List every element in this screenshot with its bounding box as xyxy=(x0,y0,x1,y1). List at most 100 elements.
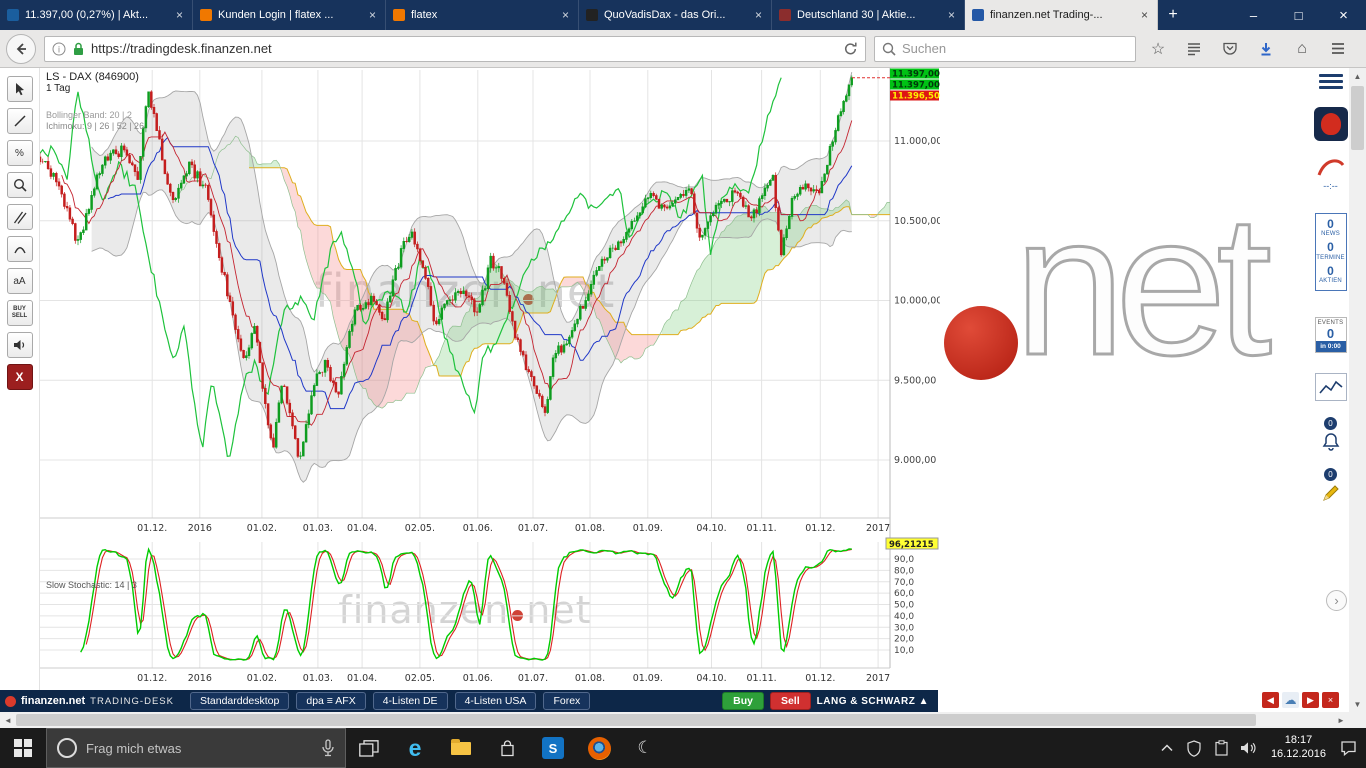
search-input[interactable]: Suchen xyxy=(874,36,1136,62)
clock-date: 16.12.2016 xyxy=(1271,748,1326,762)
address-bar[interactable]: i https://tradingdesk.finanzen.net xyxy=(44,36,866,62)
slide-prev-button[interactable]: ◀ xyxy=(1262,692,1279,708)
antivirus-shield-icon[interactable] xyxy=(1181,728,1208,768)
pinned-app-icon[interactable]: S xyxy=(530,728,576,768)
action-center-icon[interactable] xyxy=(1335,728,1362,768)
browser-tab[interactable]: 11.397,00 (0,27%) | Akt...× xyxy=(0,0,193,30)
task-view-button[interactable] xyxy=(346,728,392,768)
cloud-icon[interactable]: ☁ xyxy=(1282,692,1299,708)
tool-buy-sell[interactable]: BUYSELL xyxy=(7,300,33,326)
desk-button[interactable]: Standarddesktop xyxy=(190,692,289,710)
windows-logo-icon xyxy=(14,739,32,757)
mini-chart-icon[interactable] xyxy=(1315,373,1347,401)
svg-text:96,21215: 96,21215 xyxy=(889,540,934,550)
reload-icon[interactable] xyxy=(843,41,858,56)
cortana-search-box[interactable]: Frag mich etwas xyxy=(46,728,346,768)
url-text[interactable]: https://tradingdesk.finanzen.net xyxy=(91,41,836,56)
buy-button[interactable]: Buy xyxy=(722,692,764,710)
pocket-icon[interactable] xyxy=(1216,35,1244,63)
volume-icon[interactable] xyxy=(1235,728,1262,768)
tab-close-icon[interactable]: × xyxy=(753,8,764,22)
tool-percent[interactable]: % xyxy=(7,140,33,166)
new-tab-button[interactable]: + xyxy=(1158,0,1188,30)
minimize-button[interactable]: – xyxy=(1231,0,1276,30)
tab-close-icon[interactable]: × xyxy=(1139,8,1150,22)
horizontal-scrollbar[interactable]: ◄ ► xyxy=(0,712,1349,728)
night-mode-icon[interactable]: ☾ xyxy=(622,728,668,768)
search-icon xyxy=(882,42,896,56)
scroll-left-icon[interactable]: ◄ xyxy=(0,712,16,728)
ichimoku-label: Ichimoku: 9 | 26 | 52 | 26 xyxy=(46,121,144,131)
tool-arc[interactable] xyxy=(7,236,33,262)
browser-tab[interactable]: finanzen.net Trading-... × xyxy=(965,0,1158,30)
svg-text:60,0: 60,0 xyxy=(894,589,914,599)
expand-panel-chevron[interactable]: › xyxy=(1326,590,1347,611)
tab-close-icon[interactable]: × xyxy=(946,8,957,22)
browser-tab[interactable]: Kunden Login | flatex ...× xyxy=(193,0,386,30)
tray-expand-icon[interactable] xyxy=(1154,728,1181,768)
scroll-right-icon[interactable]: ► xyxy=(1333,712,1349,728)
desk-button[interactable]: dpa ≡ AFX xyxy=(296,692,365,710)
home-icon[interactable]: ⌂ xyxy=(1288,35,1316,63)
microphone-icon[interactable] xyxy=(321,739,335,757)
edge-icon[interactable]: e xyxy=(392,728,438,768)
bookmark-star-icon[interactable]: ☆ xyxy=(1144,35,1172,63)
tab-close-icon[interactable]: × xyxy=(367,8,378,22)
menu-icon[interactable] xyxy=(1324,35,1352,63)
file-explorer-icon[interactable] xyxy=(438,728,484,768)
tool-close[interactable]: X xyxy=(7,364,33,390)
cortana-placeholder: Frag mich etwas xyxy=(86,741,312,756)
browser-tab[interactable]: QuoVadisDax - das Ori...× xyxy=(579,0,772,30)
maximize-button[interactable]: □ xyxy=(1276,0,1321,30)
back-button[interactable] xyxy=(6,34,36,64)
sell-button[interactable]: Sell xyxy=(770,692,811,710)
events-timer: in 0:00 xyxy=(1316,341,1346,352)
desk-button[interactable]: Forex xyxy=(543,692,590,710)
panel-counters[interactable]: 0NEWS0TERMINE0AKTIEN xyxy=(1315,213,1347,291)
alerts-bell[interactable]: 0 xyxy=(1316,417,1346,452)
scroll-down-icon[interactable]: ▼ xyxy=(1349,696,1366,712)
chart-canvas[interactable]: 11.000,0010.500,0010.000,009.500,009.000… xyxy=(0,68,940,690)
horizontal-scroll-thumb[interactable] xyxy=(16,714,1256,726)
scroll-up-icon[interactable]: ▲ xyxy=(1349,68,1366,84)
taskbar-clock[interactable]: 18:17 16.12.2016 xyxy=(1262,734,1335,762)
desk-button[interactable]: 4-Listen USA xyxy=(455,692,537,710)
browser-tab[interactable]: flatex× xyxy=(386,0,579,30)
svg-text:01.08.: 01.08. xyxy=(575,523,605,534)
tab-close-icon[interactable]: × xyxy=(560,8,571,22)
site-info-icon[interactable]: i xyxy=(52,42,66,56)
desk-button[interactable]: 4-Listen DE xyxy=(373,692,448,710)
panel-menu-icon[interactable] xyxy=(1319,74,1343,89)
tool-parallel-lines[interactable] xyxy=(7,204,33,230)
brand-name: finanzen.net xyxy=(21,695,85,707)
clipboard-tray-icon[interactable] xyxy=(1208,728,1235,768)
tab-close-icon[interactable]: × xyxy=(174,8,185,22)
tool-cursor[interactable] xyxy=(7,76,33,102)
svg-text:2016: 2016 xyxy=(188,673,212,684)
browser-tab[interactable]: Deutschland 30 | Aktie...× xyxy=(772,0,965,30)
close-window-button[interactable]: × xyxy=(1321,0,1366,30)
logo-net-text: net xyxy=(1014,186,1262,386)
svg-text:01.11.: 01.11. xyxy=(746,673,776,684)
svg-text:2017: 2017 xyxy=(866,523,890,534)
svg-text:11.397,00: 11.397,00 xyxy=(892,70,940,80)
bookmarks-menu-icon[interactable] xyxy=(1180,35,1208,63)
slide-close-button[interactable]: × xyxy=(1322,692,1339,708)
vertical-scrollbar[interactable]: ▲ ▼ xyxy=(1349,68,1366,712)
vertical-scroll-thumb[interactable] xyxy=(1351,86,1364,150)
tool-trendline[interactable] xyxy=(7,108,33,134)
tool-sound[interactable] xyxy=(7,332,33,358)
downloads-icon[interactable] xyxy=(1252,35,1280,63)
finanzen-head-icon[interactable] xyxy=(1314,107,1348,141)
start-button[interactable] xyxy=(0,728,46,768)
notes-pencil[interactable]: 0 xyxy=(1316,468,1346,503)
tool-text[interactable]: aA xyxy=(7,268,33,294)
panel-events[interactable]: EVENTS 0 in 0:00 xyxy=(1315,317,1347,353)
svg-text:40,0: 40,0 xyxy=(894,612,914,622)
svg-text:01.09.: 01.09. xyxy=(633,523,663,534)
tab-title: finanzen.net Trading-... xyxy=(990,9,1133,21)
slide-next-button[interactable]: ▶ xyxy=(1302,692,1319,708)
tool-zoom[interactable] xyxy=(7,172,33,198)
firefox-icon[interactable] xyxy=(576,728,622,768)
store-icon[interactable] xyxy=(484,728,530,768)
